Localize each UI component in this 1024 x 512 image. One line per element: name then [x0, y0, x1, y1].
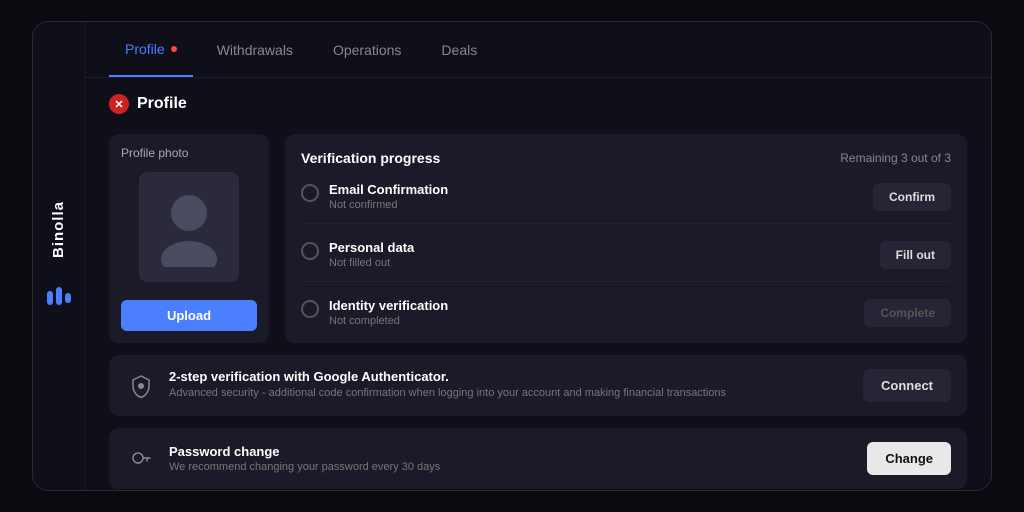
vi-info-identity: Identity verification Not completed — [329, 298, 448, 327]
upload-button[interactable]: Upload — [121, 300, 257, 331]
verification-item-personal: Personal data Not filled out Fill out — [301, 240, 951, 282]
tabs-bar: Profile Withdrawals Operations Deals — [85, 22, 991, 78]
complete-button[interactable]: Complete — [864, 299, 951, 327]
vi-circle-identity — [301, 300, 319, 318]
fillout-button[interactable]: Fill out — [880, 241, 951, 269]
vi-circle-email — [301, 184, 319, 202]
main-content: Profile Withdrawals Operations Deals ✕ P… — [85, 22, 991, 490]
verification-title: Verification progress — [301, 150, 440, 166]
confirm-button[interactable]: Confirm — [873, 183, 951, 211]
connect-button[interactable]: Connect — [863, 369, 951, 402]
remaining-text: Remaining 3 out of 3 — [840, 151, 951, 165]
password-title: Password change — [169, 444, 855, 459]
sidebar: Binolla — [33, 22, 85, 490]
brand-name: Binolla — [50, 201, 67, 258]
vi-left-identity: Identity verification Not completed — [301, 298, 448, 327]
two-step-card: 2-step verification with Google Authenti… — [109, 355, 967, 416]
password-info: Password change We recommend changing yo… — [169, 444, 855, 473]
verification-card: Verification progress Remaining 3 out of… — [285, 134, 967, 343]
two-step-desc: Advanced security - additional code conf… — [169, 386, 851, 401]
vi-circle-personal — [301, 242, 319, 260]
key-icon — [125, 443, 157, 475]
tab-profile[interactable]: Profile — [109, 22, 193, 77]
profile-section: Profile photo Upload Verification progre… — [109, 134, 967, 343]
tab-deals[interactable]: Deals — [425, 22, 493, 77]
change-password-button[interactable]: Change — [867, 442, 951, 475]
vi-left-personal: Personal data Not filled out — [301, 240, 414, 269]
brand-icon — [45, 283, 73, 311]
section-title-text: Profile — [137, 95, 187, 113]
shield-icon — [125, 370, 157, 402]
photo-label: Profile photo — [121, 146, 188, 160]
section-header: ✕ Profile — [109, 94, 967, 114]
tab-withdrawals[interactable]: Withdrawals — [201, 22, 309, 77]
verification-item-email: Email Confirmation Not confirmed Confirm — [301, 182, 951, 224]
tab-dot — [171, 46, 177, 52]
verification-item-identity: Identity verification Not completed Comp… — [301, 298, 951, 327]
tab-operations[interactable]: Operations — [317, 22, 417, 77]
section-icon: ✕ — [109, 94, 129, 114]
two-step-title: 2-step verification with Google Authenti… — [169, 369, 851, 384]
verification-header: Verification progress Remaining 3 out of… — [301, 150, 951, 166]
password-card: Password change We recommend changing yo… — [109, 428, 967, 489]
vi-info-personal: Personal data Not filled out — [329, 240, 414, 269]
vi-left: Email Confirmation Not confirmed — [301, 182, 448, 211]
password-desc: We recommend changing your password ever… — [169, 461, 855, 473]
vi-info-email: Email Confirmation Not confirmed — [329, 182, 448, 211]
page-body: ✕ Profile Profile photo Upload — [85, 78, 991, 490]
avatar-placeholder — [139, 172, 239, 282]
app-container: Binolla Profile Withdrawals Operations — [32, 21, 992, 491]
photo-card: Profile photo Upload — [109, 134, 269, 343]
two-step-info: 2-step verification with Google Authenti… — [169, 369, 851, 401]
